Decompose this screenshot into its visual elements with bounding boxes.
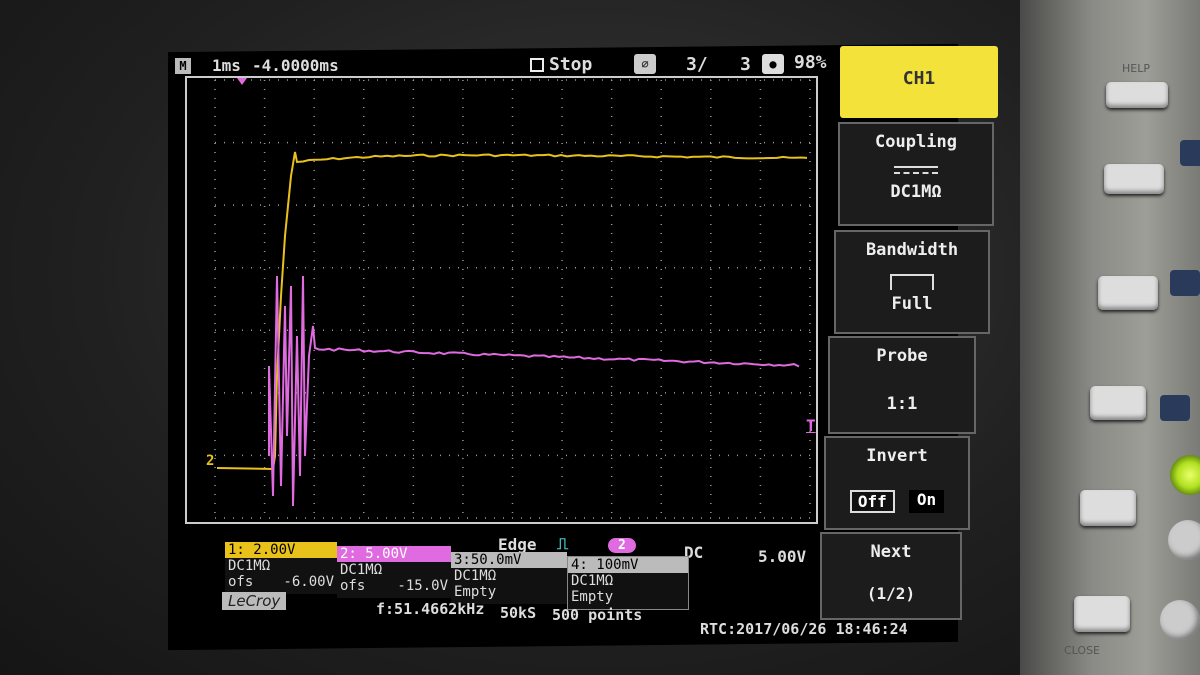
channel-1-ofs-label: ofs [228, 574, 254, 590]
menu-button-2[interactable] [1098, 276, 1158, 310]
acquire-icon: ⌀ [634, 54, 656, 74]
front-panel: HELP CLOSE [1020, 0, 1200, 675]
channel-2-label: 2: 5.00V [337, 546, 451, 562]
brand-logo: LeCroy [222, 592, 287, 610]
invert-options: Off On [826, 490, 968, 513]
delay-readout: -4.0000ms [252, 56, 339, 75]
channel-2-offset: -15.0V [397, 578, 448, 594]
channel-1-box[interactable]: 1: 2.00V DC1MΩ ofs -6.00V [225, 542, 337, 594]
trigger-source: 2 [608, 538, 636, 553]
coupling-value: DC1MΩ [890, 182, 942, 202]
acq-total: 3 [740, 54, 751, 75]
bandwidth-menu[interactable]: Bandwidth Full [834, 230, 990, 334]
channel-4-state: Empty [571, 589, 614, 605]
power-led-icon [1170, 455, 1200, 495]
channel-4-box[interactable]: 4: 100mV DC1MΩ Empty [567, 556, 689, 610]
record-points: 500 points [552, 606, 643, 624]
probe-value: 1:1 [886, 394, 918, 414]
trigger-level-marker: T [806, 416, 816, 435]
channel-1-offset-row: ofs -6.00V [225, 574, 337, 590]
knob-1[interactable] [1168, 520, 1200, 560]
dc-coupling-icon [894, 166, 938, 174]
next-page: (1/2) [866, 584, 916, 603]
trigger-position-marker [237, 78, 247, 85]
menu-button-5[interactable] [1074, 596, 1130, 632]
invert-on-option[interactable]: On [908, 490, 945, 513]
bandwidth-value: Full [891, 294, 933, 314]
invert-off-option[interactable]: Off [849, 490, 895, 513]
coupling-title: Coupling [875, 132, 957, 152]
help-label: HELP [1122, 62, 1150, 75]
rtc-clock: RTC:2017/06/26 18:46:24 [700, 620, 908, 638]
trigger-level: 5.00V [758, 547, 807, 566]
timebase-readout: 1ms [212, 56, 241, 75]
frequency-readout: f:51.4662kHz [376, 600, 485, 618]
menu-button-4[interactable] [1080, 490, 1136, 526]
memory-readout: 98% [794, 52, 827, 73]
rising-edge-icon: ⎍ [557, 534, 569, 553]
channel-2-ofs-label: ofs [340, 578, 366, 594]
channel-3-state: Empty [454, 584, 497, 600]
channel-3-label: 3:50.0mV [451, 552, 567, 568]
panel-button-right-2[interactable] [1170, 270, 1200, 296]
channel-2-offset-row: ofs -15.0V [337, 578, 451, 594]
probe-menu[interactable]: Probe 1:1 [828, 336, 976, 434]
next-menu[interactable]: Next (1/2) [820, 532, 962, 620]
channel-4-label: 4: 100mV [568, 557, 688, 573]
bandwidth-filter-icon [890, 274, 934, 290]
channel-2-coupling: DC1MΩ [340, 562, 383, 578]
bandwidth-title: Bandwidth [865, 240, 959, 260]
channel-2-box[interactable]: 2: 5.00V DC1MΩ ofs -15.0V [337, 546, 451, 598]
menu-button-3[interactable] [1090, 386, 1146, 420]
channel-1-coupling: DC1MΩ [228, 558, 271, 574]
channel-1-offset: -6.00V [283, 574, 334, 590]
mode-icon: M [175, 58, 191, 74]
next-title: Next [870, 542, 912, 562]
sample-rate: 50kS [500, 604, 537, 622]
menu-header-label: CH1 [902, 68, 936, 89]
run-state-icon [530, 58, 544, 72]
acq-count: 3/ [686, 54, 708, 75]
waveform-display [214, 78, 811, 520]
ch2-trace [268, 275, 800, 507]
invert-menu[interactable]: Invert Off On [824, 436, 970, 530]
menu-header-ch1[interactable]: CH1 [840, 46, 998, 118]
probe-title: Probe [876, 346, 928, 366]
channel-4-coupling: DC1MΩ [571, 573, 614, 589]
ch2-ground-marker: 2 [206, 453, 215, 469]
coupling-menu[interactable]: Coupling DC1MΩ [838, 122, 994, 226]
channel-1-label: 1: 2.00V [225, 542, 337, 558]
menu-button-1[interactable] [1104, 164, 1164, 194]
run-state: Stop [549, 54, 593, 75]
knob-2[interactable] [1160, 600, 1200, 640]
channel-3-coupling: DC1MΩ [454, 568, 497, 584]
panel-button-right-1[interactable] [1180, 140, 1200, 166]
channel-3-box[interactable]: 3:50.0mV DC1MΩ Empty [451, 552, 567, 604]
help-button[interactable] [1106, 82, 1168, 108]
memory-icon: ● [762, 54, 784, 74]
close-label: CLOSE [1064, 644, 1101, 657]
panel-button-right-3[interactable] [1160, 395, 1190, 421]
invert-title: Invert [866, 446, 928, 466]
